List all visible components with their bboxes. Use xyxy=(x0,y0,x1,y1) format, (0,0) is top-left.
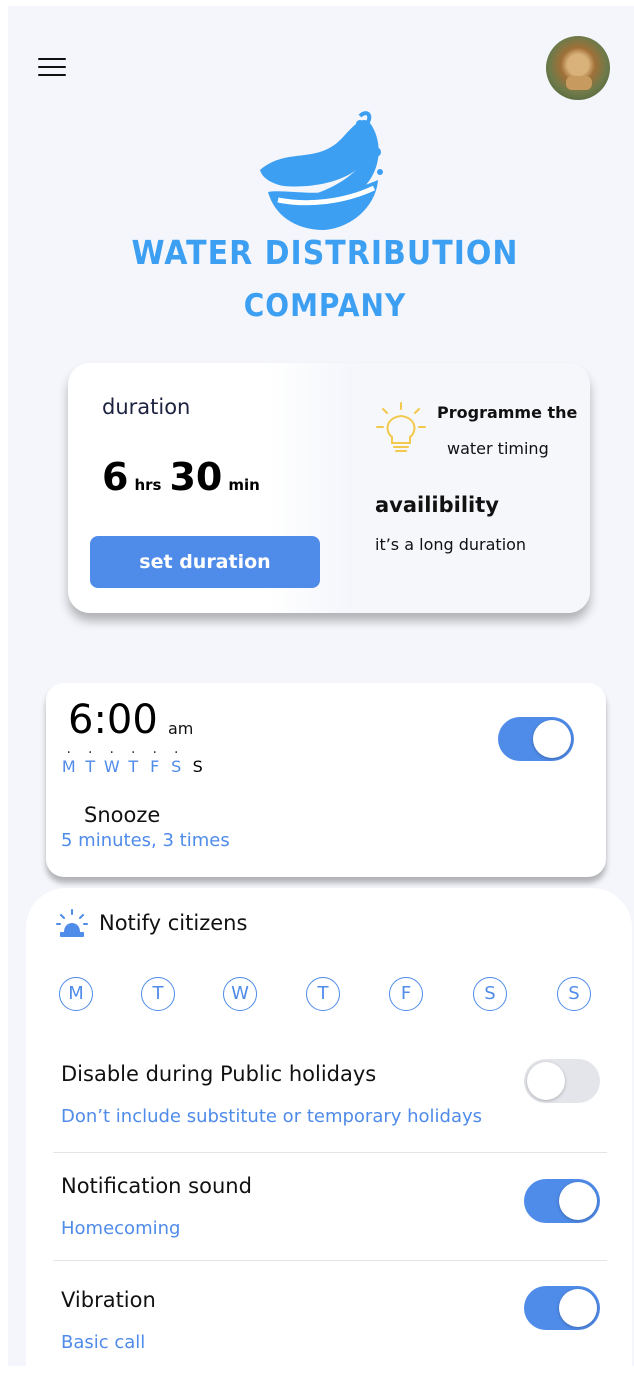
program-line1: Programme the xyxy=(437,403,578,422)
toggle-knob xyxy=(559,1289,597,1327)
set-duration-button[interactable]: set duration xyxy=(90,536,320,588)
availability-panel: Programme the water timing availibility … xyxy=(353,363,590,613)
duration-hours: 6 xyxy=(102,455,129,499)
duration-value: 6 hrs 30 min xyxy=(102,455,268,499)
notify-day-selector: M T W T F S S xyxy=(59,977,599,1013)
vibration-subtitle[interactable]: Basic call xyxy=(61,1332,145,1353)
notification-sound-toggle[interactable] xyxy=(524,1179,600,1223)
holidays-setting-title: Disable during Public holidays xyxy=(61,1062,377,1086)
vibration-toggle[interactable] xyxy=(524,1286,600,1330)
alarm-days: M T W T F S S xyxy=(58,741,209,776)
alarm-card[interactable]: 6:00 am M T W T F S S Snooze 5 minutes, … xyxy=(46,683,606,877)
user-avatar[interactable] xyxy=(546,36,610,100)
alarm-time: 6:00 xyxy=(68,697,158,743)
alarm-ampm: am xyxy=(168,719,194,738)
notification-sound-title: Notification sound xyxy=(61,1174,252,1198)
program-line2: water timing xyxy=(447,439,549,458)
hamburger-menu-icon[interactable] xyxy=(38,58,66,78)
toggle-knob xyxy=(533,720,571,758)
alarm-toggle[interactable] xyxy=(498,717,574,761)
alarm-day-fri: F xyxy=(144,741,166,776)
divider xyxy=(53,1152,607,1153)
toggle-knob xyxy=(527,1062,565,1100)
notification-sound-subtitle[interactable]: Homecoming xyxy=(61,1218,180,1239)
holidays-toggle[interactable] xyxy=(524,1059,600,1103)
duration-minutes: 30 xyxy=(169,455,223,499)
notify-day-sun[interactable]: S xyxy=(557,977,591,1011)
toggle-knob xyxy=(559,1182,597,1220)
duration-hours-unit: hrs xyxy=(134,476,162,494)
alarm-day-thu: T xyxy=(123,741,145,776)
duration-panel: duration 6 hrs 30 min set duration xyxy=(68,363,353,613)
company-name-line2: COMPANY xyxy=(243,287,407,324)
notify-title: Notify citizens xyxy=(99,911,248,935)
alarm-day-mon: M xyxy=(58,741,80,776)
availability-title: availibility xyxy=(375,493,499,517)
duration-label: duration xyxy=(102,395,191,419)
notify-day-sat[interactable]: S xyxy=(473,977,507,1011)
duration-card: duration 6 hrs 30 min set duration Programm… xyxy=(68,363,590,613)
vibration-title: Vibration xyxy=(61,1288,156,1312)
alarm-day-sun: S xyxy=(192,757,203,776)
snooze-title: Snooze xyxy=(84,803,161,827)
notify-day-thu[interactable]: T xyxy=(306,977,340,1011)
lightbulb-icon xyxy=(376,402,426,452)
water-wave-logo xyxy=(260,111,383,230)
alarm-day-sat: S xyxy=(166,741,188,776)
alarm-day-tue: T xyxy=(80,741,102,776)
app-screen: WATER DISTRIBUTION COMPANY duration 6 hrs… xyxy=(8,6,634,1366)
notify-settings-card: Notify citizens M T W T F S S Disable du… xyxy=(26,888,632,1366)
siren-alarm-icon xyxy=(56,909,88,937)
divider xyxy=(53,1260,607,1261)
notify-day-wed[interactable]: W xyxy=(223,977,257,1011)
snooze-detail[interactable]: 5 minutes, 3 times xyxy=(61,830,230,851)
notify-day-tue[interactable]: T xyxy=(141,977,175,1011)
holidays-setting-subtitle[interactable]: Don’t include substitute or temporary ho… xyxy=(61,1106,482,1127)
duration-minutes-unit: min xyxy=(228,476,260,494)
notify-day-fri[interactable]: F xyxy=(389,977,423,1011)
company-name-line1: WATER DISTRIBUTION xyxy=(131,234,519,273)
alarm-day-wed: W xyxy=(101,741,123,776)
availability-subtitle: it’s a long duration xyxy=(375,535,527,554)
notify-day-mon[interactable]: M xyxy=(59,977,93,1011)
